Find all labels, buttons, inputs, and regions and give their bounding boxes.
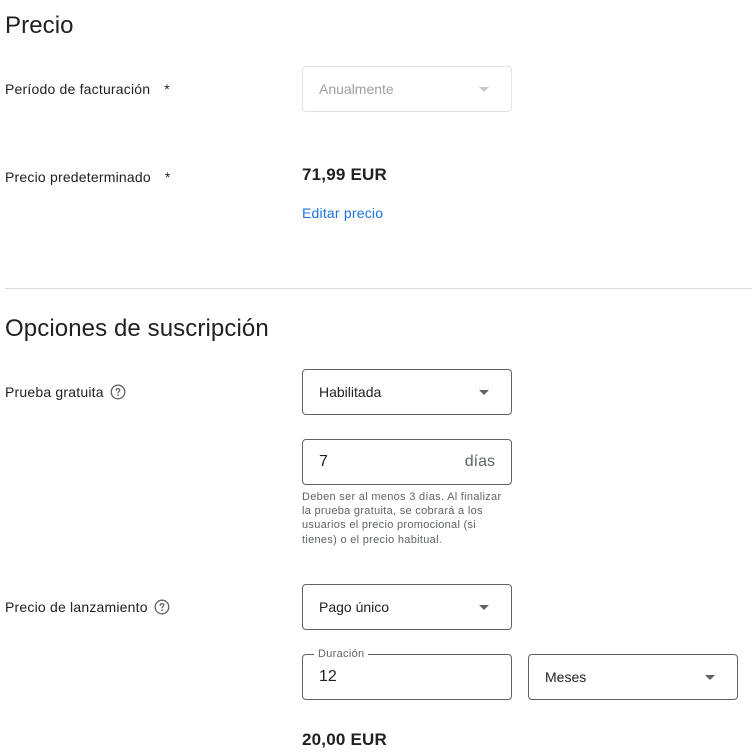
intro-price-value: 20,00 EUR — [302, 730, 387, 749]
help-circle-icon[interactable] — [110, 384, 126, 400]
free-trial-select-value: Habilitada — [319, 384, 382, 400]
trial-days-input[interactable]: 7 días — [302, 439, 512, 485]
default-price-value: 71,99 EUR — [302, 165, 387, 184]
free-trial-label: Prueba gratuita — [5, 382, 126, 402]
duration-unit-select[interactable]: Meses — [528, 654, 738, 700]
free-trial-label-text: Prueba gratuita — [5, 384, 104, 400]
trial-days-value: 7 — [319, 453, 328, 470]
intro-price-label-text: Precio de lanzamiento — [5, 599, 148, 615]
edit-price-link[interactable]: Editar precio — [302, 205, 383, 221]
required-mark: * — [164, 169, 171, 185]
billing-period-select[interactable]: Anualmente — [302, 66, 512, 112]
intro-price-select-value: Pago único — [319, 599, 390, 615]
intro-price-select[interactable]: Pago único — [302, 584, 512, 630]
help-circle-icon[interactable] — [154, 599, 170, 615]
intro-price-label: Precio de lanzamiento — [5, 597, 170, 617]
duration-label: Duración — [314, 647, 369, 661]
billing-period-label-text: Período de facturación — [5, 81, 151, 97]
duration-value: 12 — [319, 668, 337, 685]
section-divider — [5, 288, 752, 289]
trial-helper-text: Deben ser al menos 3 días. Al finalizar … — [302, 491, 502, 546]
subscription-section-title: Opciones de suscripción — [5, 315, 269, 342]
chevron-down-icon — [479, 390, 489, 395]
billing-period-select-value: Anualmente — [319, 81, 394, 97]
trial-days-suffix: días — [464, 453, 495, 470]
price-section-title: Precio — [5, 12, 74, 39]
default-price-label: Precio predeterminado * — [5, 167, 171, 187]
duration-unit-value: Meses — [545, 669, 587, 685]
chevron-down-icon — [479, 87, 489, 92]
chevron-down-icon — [479, 605, 489, 610]
chevron-down-icon — [705, 675, 715, 680]
billing-period-label: Período de facturación * — [5, 79, 170, 99]
default-price-label-text: Precio predeterminado — [5, 169, 151, 185]
duration-input[interactable]: Duración 12 — [302, 647, 512, 700]
free-trial-select[interactable]: Habilitada — [302, 369, 512, 415]
required-mark: * — [164, 81, 170, 97]
